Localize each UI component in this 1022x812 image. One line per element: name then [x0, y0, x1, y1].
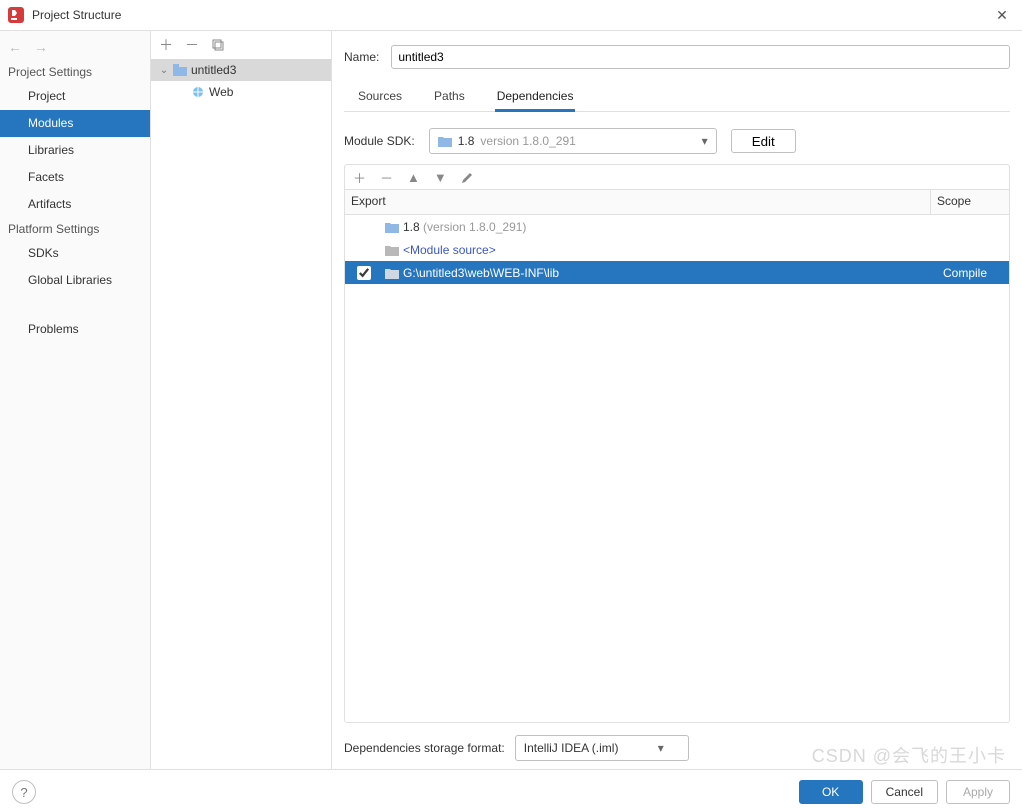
section-platform-settings: Platform Settings: [0, 218, 150, 240]
chevron-down-icon[interactable]: ⌄: [159, 65, 169, 76]
tree-node-web[interactable]: Web: [151, 81, 331, 103]
web-facet-icon: [191, 86, 205, 98]
storage-format-label: Dependencies storage format:: [344, 741, 505, 755]
dependencies-body[interactable]: 1.8 (version 1.8.0_291) <Module source>: [345, 215, 1009, 722]
module-details: Name: Sources Paths Dependencies Module …: [332, 31, 1022, 769]
settings-sidebar: ← → Project Settings Project Modules Lib…: [0, 31, 151, 769]
sdk-icon: [385, 221, 403, 233]
folder-icon: [385, 267, 403, 279]
name-label: Name:: [344, 50, 379, 64]
module-tree-pane: ＋ － ⌄ untitled3 Web: [151, 31, 332, 769]
dependencies-header: Export Scope: [345, 190, 1009, 215]
module-sdk-label: Module SDK:: [344, 134, 415, 148]
nav-history: ← →: [0, 37, 150, 61]
sidebar-item-problems[interactable]: Problems: [0, 316, 150, 343]
dialog-button-bar: ? OK Cancel Apply: [0, 769, 1022, 812]
tab-dependencies[interactable]: Dependencies: [495, 85, 576, 112]
tree-toolbar: ＋ －: [151, 31, 331, 59]
module-tabs: Sources Paths Dependencies: [344, 85, 1010, 112]
tree-copy-icon[interactable]: [211, 38, 225, 52]
nav-back-icon[interactable]: ←: [8, 39, 22, 55]
dep-sdk-suffix: (version 1.8.0_291): [423, 220, 526, 234]
apply-button[interactable]: Apply: [946, 780, 1010, 804]
sidebar-item-global-libraries[interactable]: Global Libraries: [0, 267, 150, 294]
folder-icon: [385, 244, 403, 256]
ok-button[interactable]: OK: [799, 780, 863, 804]
dep-lib-path: G:\untitled3\web\WEB-INF\lib: [403, 266, 943, 280]
sidebar-item-facets[interactable]: Facets: [0, 164, 150, 191]
cancel-button[interactable]: Cancel: [871, 780, 938, 804]
window-title: Project Structure: [32, 8, 990, 22]
sdk-name: 1.8: [458, 134, 475, 148]
sidebar-item-project[interactable]: Project: [0, 83, 150, 110]
sidebar-item-sdks[interactable]: SDKs: [0, 240, 150, 267]
help-button[interactable]: ?: [12, 780, 36, 804]
chevron-down-icon: ▾: [702, 134, 708, 148]
dependency-row-sdk[interactable]: 1.8 (version 1.8.0_291): [345, 215, 1009, 238]
tree-node-web-label: Web: [209, 85, 233, 99]
dependency-row-lib[interactable]: G:\untitled3\web\WEB-INF\lib Compile: [345, 261, 1009, 284]
column-export[interactable]: Export: [345, 190, 931, 214]
module-name-input[interactable]: [391, 45, 1010, 69]
dependency-row-source[interactable]: <Module source>: [345, 238, 1009, 261]
dep-sdk-name: 1.8: [403, 220, 420, 234]
sidebar-item-artifacts[interactable]: Artifacts: [0, 191, 150, 218]
dep-down-icon[interactable]: ▼: [434, 170, 447, 185]
storage-format-value: IntelliJ IDEA (.iml): [524, 741, 619, 755]
close-icon[interactable]: ✕: [990, 7, 1014, 24]
dep-remove-icon[interactable]: －: [380, 168, 393, 187]
dep-source-text: <Module source>: [403, 243, 496, 257]
sidebar-item-modules[interactable]: Modules: [0, 110, 150, 137]
dep-edit-icon[interactable]: [461, 171, 474, 184]
sdk-version: version 1.8.0_291: [480, 134, 575, 148]
dependencies-toolbar: ＋ － ▲ ▼: [344, 164, 1010, 189]
app-icon: [8, 7, 24, 23]
edit-sdk-button[interactable]: Edit: [731, 129, 796, 153]
tree-node-root-label: untitled3: [191, 63, 236, 77]
module-icon: [173, 64, 187, 76]
chevron-down-icon: ▾: [658, 741, 664, 755]
sidebar-item-libraries[interactable]: Libraries: [0, 137, 150, 164]
module-tree[interactable]: ⌄ untitled3 Web: [151, 59, 331, 769]
dep-add-icon[interactable]: ＋: [353, 168, 366, 187]
tree-remove-icon[interactable]: －: [185, 35, 199, 55]
dep-export-checkbox[interactable]: [357, 266, 371, 280]
tab-sources[interactable]: Sources: [356, 85, 404, 111]
dependencies-table: Export Scope 1.8 (version 1.8.0_291): [344, 189, 1010, 723]
dep-lib-scope[interactable]: Compile: [943, 266, 1009, 280]
nav-forward-icon[interactable]: →: [34, 39, 48, 55]
tree-add-icon[interactable]: ＋: [159, 35, 173, 55]
tree-node-root[interactable]: ⌄ untitled3: [151, 59, 331, 81]
column-scope[interactable]: Scope: [931, 190, 1009, 214]
titlebar: Project Structure ✕: [0, 0, 1022, 31]
module-sdk-select[interactable]: 1.8 version 1.8.0_291 ▾: [429, 128, 717, 154]
storage-format-select[interactable]: IntelliJ IDEA (.iml) ▾: [515, 735, 689, 761]
section-project-settings: Project Settings: [0, 61, 150, 83]
dep-up-icon[interactable]: ▲: [407, 170, 420, 185]
tab-paths[interactable]: Paths: [432, 85, 467, 111]
sdk-icon: [438, 135, 452, 147]
